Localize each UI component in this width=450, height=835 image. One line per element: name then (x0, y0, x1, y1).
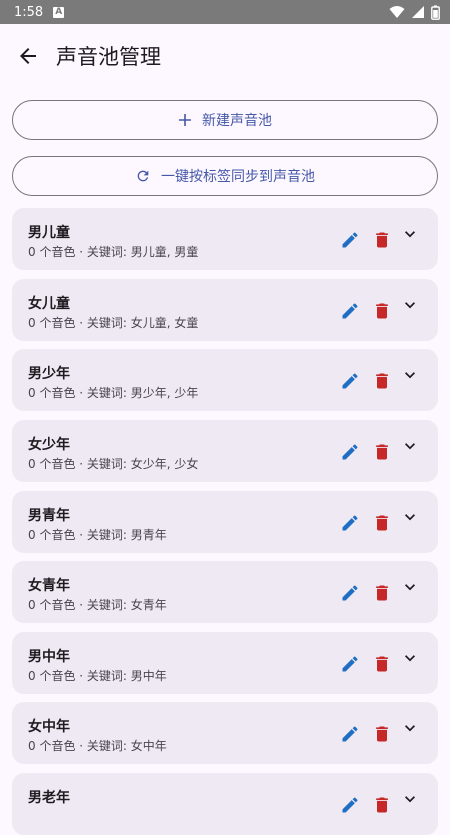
pool-summary: 0 个音色 · 关键词: 女儿童, 女童 (28, 316, 199, 330)
chevron-down-icon[interactable] (400, 648, 420, 668)
edit-icon[interactable] (340, 513, 360, 533)
pool-name: 女青年 (28, 578, 70, 594)
signal-icon (412, 6, 424, 18)
chevron-down-icon[interactable] (400, 224, 420, 244)
status-icons (389, 4, 440, 20)
edit-icon[interactable] (340, 583, 360, 603)
pool-card[interactable]: 女中年 0 个音色 · 关键词: 女中年 (12, 702, 438, 764)
chevron-down-icon[interactable] (400, 365, 420, 385)
chevron-down-icon[interactable] (400, 718, 420, 738)
pool-name: 女少年 (28, 437, 70, 453)
plus-icon (179, 114, 191, 126)
pool-card[interactable]: 男中年 0 个音色 · 关键词: 男中年 (12, 632, 438, 694)
pool-card[interactable]: 男少年 0 个音色 · 关键词: 男少年, 少年 (12, 349, 438, 411)
pool-summary: 0 个音色 · 关键词: 男儿童, 男童 (28, 245, 199, 259)
page-title: 声音池管理 (56, 45, 161, 69)
pool-card[interactable]: 女少年 0 个音色 · 关键词: 女少年, 少女 (12, 420, 438, 482)
refresh-icon (137, 170, 149, 182)
new-pool-label: 新建声音池 (202, 113, 272, 129)
edit-icon[interactable] (340, 442, 360, 462)
sync-by-tag-button[interactable]: 一键按标签同步到声音池 (12, 156, 438, 196)
chevron-down-icon[interactable] (400, 295, 420, 315)
status-bar: 1:58 A (0, 0, 450, 24)
pool-card[interactable]: 女青年 0 个音色 · 关键词: 女青年 (12, 561, 438, 623)
pool-name: 男少年 (28, 366, 70, 382)
pool-card[interactable]: 男青年 0 个音色 · 关键词: 男青年 (12, 491, 438, 553)
pool-name: 男儿童 (28, 225, 70, 241)
back-button[interactable] (4, 32, 52, 80)
pool-summary: 0 个音色 · 关键词: 女少年, 少女 (28, 457, 199, 471)
new-pool-button[interactable]: 新建声音池 (12, 100, 438, 140)
delete-icon[interactable] (372, 513, 392, 533)
battery-icon (431, 4, 440, 20)
pool-summary: 0 个音色 · 关键词: 女青年 (28, 598, 167, 612)
pool-card[interactable]: 男儿童 0 个音色 · 关键词: 男儿童, 男童 (12, 208, 438, 270)
delete-icon[interactable] (372, 301, 392, 321)
pool-name: 男中年 (28, 649, 70, 665)
pool-card[interactable]: 男老年 (12, 773, 438, 835)
delete-icon[interactable] (372, 371, 392, 391)
edit-icon[interactable] (340, 795, 360, 815)
delete-icon[interactable] (372, 583, 392, 603)
arrow-back-icon (20, 48, 36, 64)
chevron-down-icon[interactable] (400, 507, 420, 527)
edit-icon[interactable] (340, 654, 360, 674)
pool-name: 女中年 (28, 719, 70, 735)
edit-icon[interactable] (340, 724, 360, 744)
delete-icon[interactable] (372, 795, 392, 815)
a-icon: A (53, 6, 65, 18)
pool-summary: 0 个音色 · 关键词: 女中年 (28, 739, 167, 753)
pool-summary: 0 个音色 · 关键词: 男青年 (28, 528, 167, 542)
pool-summary: 0 个音色 · 关键词: 男少年, 少年 (28, 386, 199, 400)
app-bar: 声音池管理 (0, 24, 450, 88)
pool-summary: 0 个音色 · 关键词: 男中年 (28, 669, 167, 683)
wifi-icon (389, 6, 405, 18)
pool-name: 女儿童 (28, 296, 70, 312)
chevron-down-icon[interactable] (400, 789, 420, 809)
edit-icon[interactable] (340, 230, 360, 250)
pool-name: 男老年 (28, 790, 70, 806)
pool-card[interactable]: 女儿童 0 个音色 · 关键词: 女儿童, 女童 (12, 279, 438, 341)
delete-icon[interactable] (372, 724, 392, 744)
chevron-down-icon[interactable] (400, 436, 420, 456)
chevron-down-icon[interactable] (400, 577, 420, 597)
delete-icon[interactable] (372, 230, 392, 250)
edit-icon[interactable] (340, 301, 360, 321)
delete-icon[interactable] (372, 654, 392, 674)
delete-icon[interactable] (372, 442, 392, 462)
sync-label: 一键按标签同步到声音池 (161, 169, 315, 185)
edit-icon[interactable] (340, 371, 360, 391)
status-time: 1:58 (14, 4, 44, 20)
pool-name: 男青年 (28, 508, 70, 524)
